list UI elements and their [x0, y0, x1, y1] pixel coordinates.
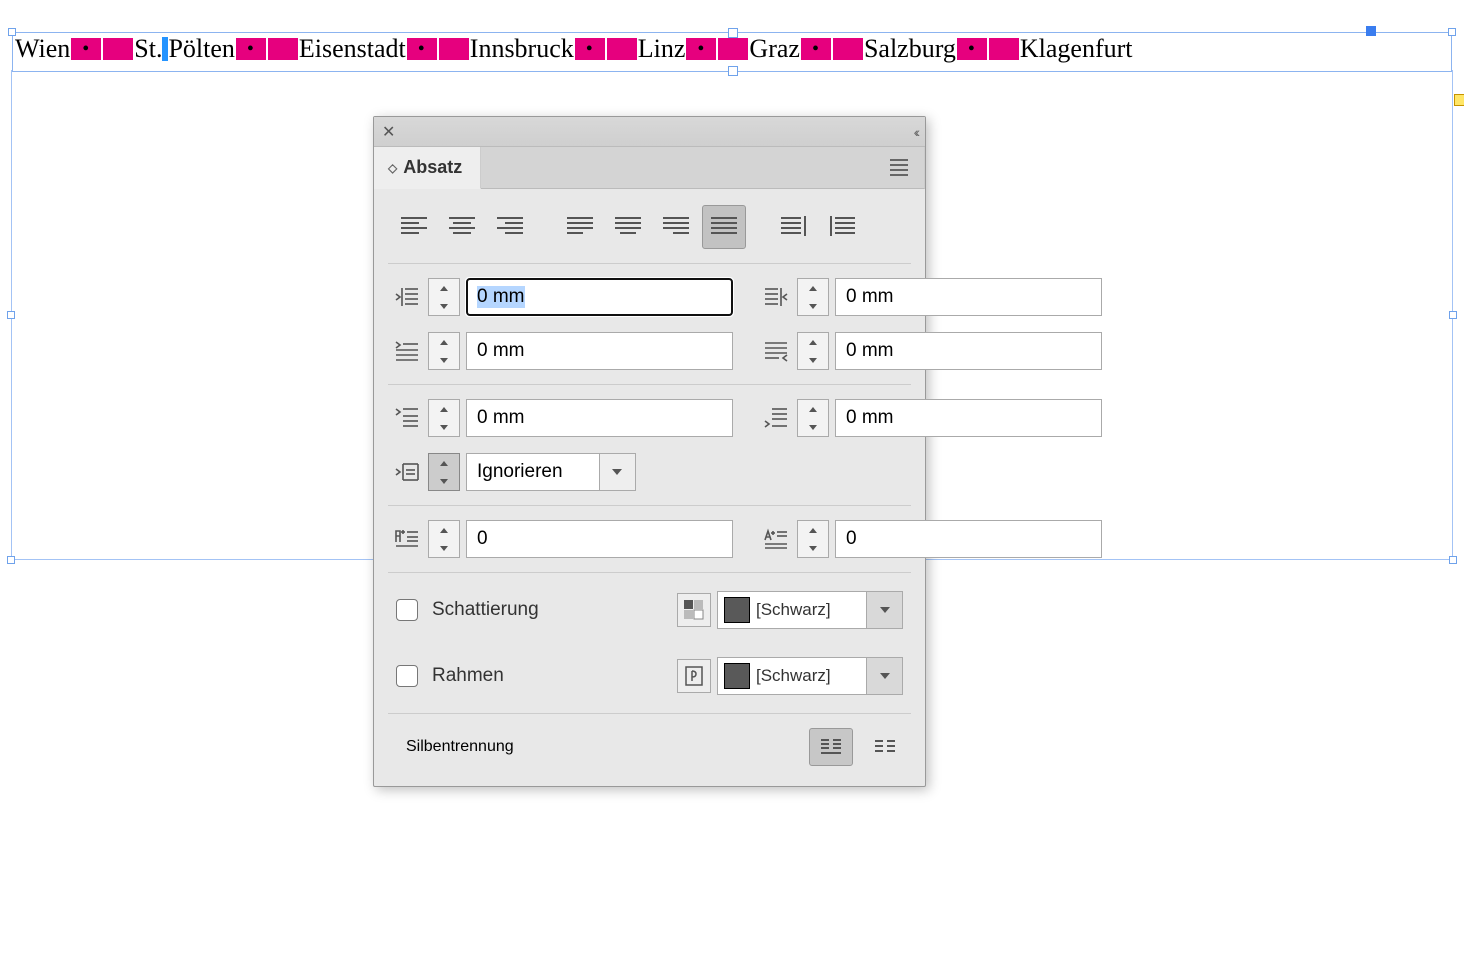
first-line-indent-input[interactable]	[466, 332, 733, 370]
left-indent-field	[392, 278, 733, 316]
border-row: Rahmen [Schwarz]	[392, 643, 907, 709]
drop-cap-chars-icon	[761, 526, 791, 552]
drop-cap-lines-icon	[392, 526, 422, 552]
frame-handle[interactable]	[7, 556, 15, 564]
spinner[interactable]	[797, 332, 829, 370]
shading-checkbox[interactable]	[396, 599, 418, 621]
right-indent-icon	[761, 284, 791, 310]
border-swatch-icon[interactable]	[677, 659, 711, 693]
frame-handle[interactable]	[7, 311, 15, 319]
grid-align-input[interactable]	[466, 453, 600, 491]
justify-right-button[interactable]	[654, 205, 698, 249]
border-checkbox[interactable]	[396, 665, 418, 687]
panel-tabs: ◇ Absatz	[374, 147, 925, 189]
hyphenation-label: Silbentrennung	[406, 738, 514, 756]
spinner[interactable]	[797, 399, 829, 437]
spinner[interactable]	[428, 399, 460, 437]
justify-all-button[interactable]	[702, 205, 746, 249]
shading-row: Schattierung [Schwarz]	[392, 577, 907, 643]
paragraph-panel: ✕ ‹‹ ◇ Absatz	[373, 116, 926, 787]
space-before-input[interactable]	[466, 399, 733, 437]
align-left-button[interactable]	[392, 205, 436, 249]
dropdown-icon[interactable]	[600, 453, 636, 491]
overset-indicator[interactable]	[1454, 94, 1464, 106]
align-right-button[interactable]	[488, 205, 532, 249]
right-indent-field	[761, 278, 1102, 316]
align-towards-spine-button[interactable]	[772, 205, 816, 249]
frame-handle[interactable]	[1449, 311, 1457, 319]
border-color-swatch[interactable]: [Schwarz]	[717, 657, 867, 695]
last-line-indent-icon	[761, 338, 791, 364]
drop-cap-lines-field	[392, 520, 733, 558]
space-before-field	[392, 399, 733, 437]
align-away-spine-button[interactable]	[820, 205, 864, 249]
drop-cap-chars-field	[761, 520, 1102, 558]
spinner[interactable]	[428, 453, 460, 491]
spinner[interactable]	[797, 278, 829, 316]
last-line-indent-field	[761, 332, 1102, 370]
single-column-span-button[interactable]	[863, 728, 907, 766]
align-center-button[interactable]	[440, 205, 484, 249]
spinner[interactable]	[797, 520, 829, 558]
border-color-dropdown[interactable]	[867, 657, 903, 695]
frame-handle[interactable]	[1449, 556, 1457, 564]
text-frame[interactable]: WienSt.PöltenEisenstadtInnsbruckLinzGraz…	[12, 32, 1452, 72]
shading-swatch-icon[interactable]	[677, 593, 711, 627]
expand-icon: ◇	[388, 161, 397, 175]
border-label: Rahmen	[432, 665, 504, 687]
shading-label: Schattierung	[432, 599, 539, 621]
panel-menu-icon[interactable]	[890, 159, 908, 176]
grid-align-field	[392, 453, 636, 491]
space-after-input[interactable]	[835, 399, 1102, 437]
close-icon[interactable]: ✕	[382, 122, 395, 142]
first-line-indent-icon	[392, 338, 422, 364]
space-after-icon	[761, 405, 791, 431]
right-indent-input[interactable]	[835, 278, 1102, 316]
justify-center-button[interactable]	[606, 205, 650, 249]
spinner[interactable]	[428, 278, 460, 316]
shading-color-dropdown[interactable]	[867, 591, 903, 629]
shading-color-swatch[interactable]: [Schwarz]	[717, 591, 867, 629]
tab-absatz[interactable]: ◇ Absatz	[374, 147, 481, 189]
text-content[interactable]: WienSt.PöltenEisenstadtInnsbruckLinzGraz…	[15, 33, 1451, 67]
panel-titlebar[interactable]: ✕ ‹‹	[374, 117, 925, 147]
drop-cap-chars-input[interactable]	[835, 520, 1102, 558]
left-indent-icon	[392, 284, 422, 310]
alignment-buttons	[392, 205, 907, 249]
space-before-icon	[392, 405, 422, 431]
spinner[interactable]	[428, 332, 460, 370]
spinner[interactable]	[428, 520, 460, 558]
space-after-field	[761, 399, 1102, 437]
tab-empty-area	[481, 147, 925, 189]
multi-column-span-button[interactable]	[809, 728, 853, 766]
collapse-icon[interactable]: ‹‹	[914, 124, 917, 140]
first-line-indent-field	[392, 332, 733, 370]
grid-align-icon	[392, 459, 422, 485]
last-line-indent-input[interactable]	[835, 332, 1102, 370]
drop-cap-lines-input[interactable]	[466, 520, 733, 558]
justify-left-button[interactable]	[558, 205, 602, 249]
left-indent-input[interactable]	[466, 278, 733, 316]
